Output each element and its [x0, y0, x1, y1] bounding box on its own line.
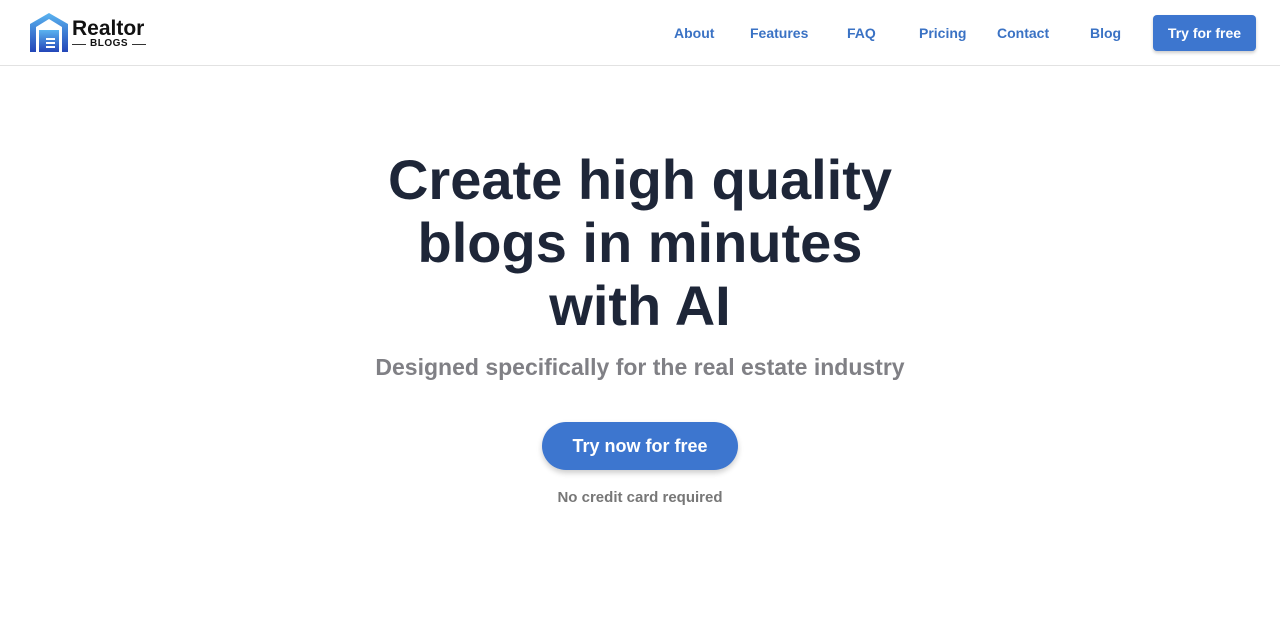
nav-faq[interactable]: FAQ: [847, 25, 876, 41]
nav-about[interactable]: About: [674, 25, 714, 41]
try-now-button[interactable]: Try now for free: [542, 422, 738, 470]
nav-features[interactable]: Features: [750, 25, 808, 41]
no-credit-card-note: No credit card required: [557, 489, 723, 506]
logo[interactable]: Realtor BLOGS: [29, 12, 147, 53]
hero-title: Create high quality blogs in minutes wit…: [387, 148, 893, 337]
site-header: Realtor BLOGS About Features FAQ Pricing…: [0, 0, 1280, 66]
hero-subtitle: Designed specifically for the real estat…: [375, 354, 905, 380]
house-garage-icon: [30, 13, 68, 52]
try-for-free-button[interactable]: Try for free: [1153, 15, 1256, 51]
nav-blog[interactable]: Blog: [1090, 25, 1121, 41]
nav-contact[interactable]: Contact: [997, 25, 1049, 41]
nav-pricing[interactable]: Pricing: [919, 25, 966, 41]
